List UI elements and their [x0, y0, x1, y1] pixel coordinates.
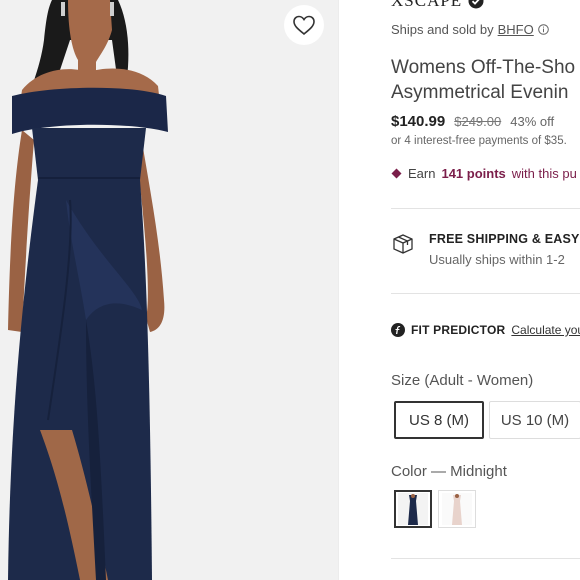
product-image[interactable] [0, 0, 338, 580]
brand-name[interactable]: XSCAPE [391, 0, 462, 11]
current-price: $140.99 [391, 113, 446, 130]
rewards-points-value: 141 points [441, 166, 506, 181]
shipping-info: FREE SHIPPING & EASY R Usually ships wit… [391, 232, 580, 267]
size-option-label: US 10 (M) [500, 411, 570, 429]
brand-row: XSCAPE [391, 0, 484, 11]
fit-predictor: FIT PREDICTOR Calculate you [391, 323, 580, 337]
shipping-subtitle: Usually ships within 1-2 [429, 252, 565, 267]
diamond-icon [391, 168, 402, 179]
divider [391, 293, 580, 294]
color-label: Color — Midnight [391, 463, 507, 480]
size-option-label: US 8 (M) [409, 411, 469, 429]
size-option-us-10[interactable]: US 10 (M) [489, 401, 580, 439]
title-line-2: Asymmetrical Evenin [391, 82, 569, 103]
pane-divider [338, 0, 339, 580]
rewards-suffix: with this pu [511, 166, 577, 181]
divider [391, 558, 580, 559]
seller-link[interactable]: BHFO [498, 22, 534, 37]
shipping-box-icon [393, 234, 413, 254]
color-swatch-blush[interactable] [438, 490, 476, 528]
seller-prefix: Ships and sold by [391, 22, 494, 37]
seller-info: Ships and sold by BHFO [391, 22, 549, 37]
rewards-points: Earn 141 points with this pu [391, 166, 577, 181]
divider [391, 208, 580, 209]
color-swatch-midnight[interactable] [394, 490, 432, 528]
rewards-prefix: Earn [408, 166, 436, 181]
title-line-1: Womens Off-The-Sho [391, 57, 576, 78]
midnight-swatch-image [398, 493, 428, 525]
fit-predictor-icon [391, 323, 405, 337]
original-price: $249.00 [454, 114, 502, 129]
price-row: $140.99 $249.00 43% off [391, 113, 554, 130]
product-title: Womens Off-The-Sho Asymmetrical Evenin [391, 55, 575, 105]
size-option-us-8[interactable]: US 8 (M) [394, 401, 484, 439]
blush-swatch-image [442, 493, 472, 525]
shipping-title: FREE SHIPPING & EASY R [429, 232, 580, 246]
info-icon[interactable] [537, 24, 549, 35]
dress-photo [0, 0, 338, 580]
calculate-size-link[interactable]: Calculate you [511, 323, 580, 337]
verified-check-icon [468, 0, 484, 9]
wishlist-button[interactable] [284, 5, 324, 45]
size-label: Size (Adult - Women) [391, 372, 534, 389]
discount-label: 43% off [510, 114, 555, 129]
installments-text[interactable]: or 4 interest-free payments of $35. [391, 135, 567, 147]
heart-icon [293, 15, 315, 36]
fit-predictor-label: FIT PREDICTOR [411, 323, 506, 337]
